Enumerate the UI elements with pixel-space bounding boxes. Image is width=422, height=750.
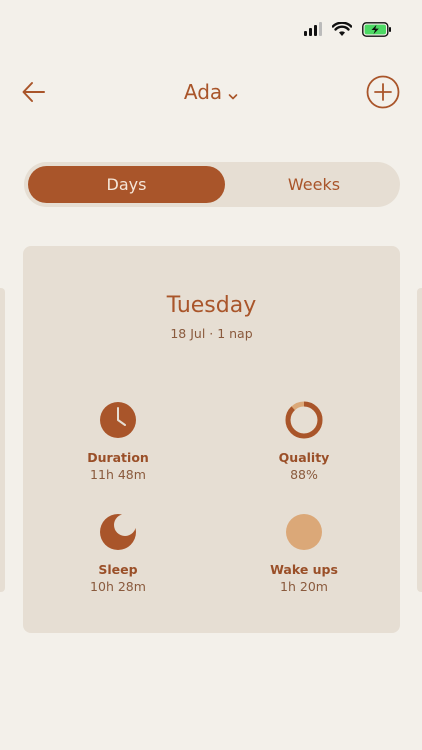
ring-icon — [285, 401, 323, 439]
stat-value: 88% — [290, 467, 318, 482]
stat-value: 1h 20m — [280, 579, 328, 594]
plus-circle-icon — [366, 75, 400, 109]
stat-label: Duration — [87, 450, 149, 465]
clock-icon — [100, 402, 136, 438]
stat-label: Wake ups — [270, 562, 338, 577]
battery-charging-icon — [362, 21, 392, 37]
add-button[interactable] — [366, 75, 400, 109]
next-card-peek[interactable] — [417, 288, 422, 592]
circle-icon — [286, 514, 322, 550]
stat-label: Sleep — [98, 562, 138, 577]
chevron-down-icon — [228, 80, 238, 108]
stat-sleep: Sleep 10h 28m — [43, 512, 193, 595]
quality-progress-arc — [285, 401, 323, 439]
card-subtitle: 18 Jul · 1 nap — [170, 326, 253, 341]
stat-value: 10h 28m — [90, 579, 146, 594]
sleep-summary-card[interactable]: Tuesday 18 Jul · 1 nap Duration 11h 48m … — [23, 246, 400, 633]
stat-quality: Quality 88% — [229, 400, 379, 483]
card-day-title: Tuesday — [166, 293, 257, 318]
tab-days[interactable]: Days — [28, 166, 225, 203]
signal-icon — [304, 22, 322, 36]
moon-icon — [100, 514, 136, 550]
stat-label: Quality — [278, 450, 330, 465]
wifi-icon — [332, 21, 352, 37]
page-title: Ada — [183, 80, 223, 104]
stat-duration: Duration 11h 48m — [43, 400, 193, 483]
tab-weeks[interactable]: Weeks — [234, 166, 394, 203]
status-bar — [304, 18, 392, 40]
period-segmented-control: Days Weeks — [24, 162, 400, 207]
previous-card-peek[interactable] — [0, 288, 5, 592]
stat-value: 11h 48m — [90, 467, 146, 482]
profile-selector[interactable]: Ada — [0, 78, 422, 108]
stat-wake-ups: Wake ups 1h 20m — [229, 512, 379, 595]
